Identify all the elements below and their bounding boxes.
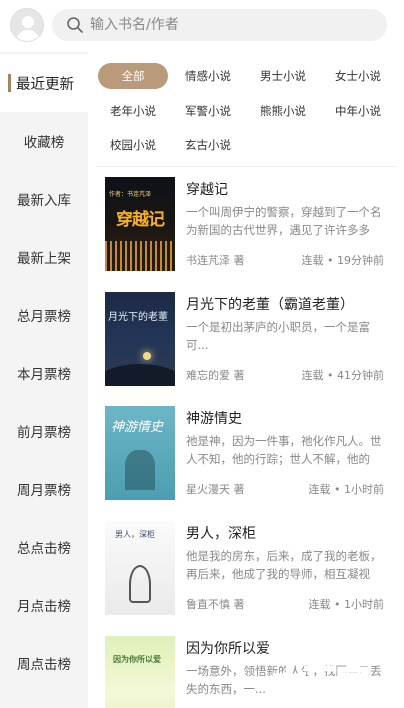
- tag-middle-age[interactable]: 中年小说: [323, 98, 393, 124]
- book-title[interactable]: 因为你所以爱: [186, 638, 270, 658]
- tags-divider: [96, 166, 396, 167]
- sidebar-item-label: 总月票榜: [17, 309, 71, 325]
- sidebar-item-total-monthly-votes[interactable]: 总月票榜: [0, 286, 88, 344]
- tag-label: 中年小说: [335, 104, 381, 118]
- cover-figure: [125, 450, 155, 490]
- book-item[interactable]: 作者：书连芃泽 穿越记 穿越记 一个叫周伊宁的警察，穿越到了一个名为新国的古代世…: [96, 177, 404, 283]
- avatar-head-shape: [22, 16, 34, 28]
- ranking-sidebar: 最近更新 收藏榜 最新入库 最新上架 总月票榜 本月票榜 前月票榜 周月票榜 总…: [0, 52, 88, 708]
- book-title[interactable]: 男人，深柜: [186, 523, 256, 543]
- book-title[interactable]: 月光下的老董（霸道老董）: [186, 294, 354, 314]
- tag-label: 老年小说: [110, 104, 156, 118]
- book-item[interactable]: 神游情史 神游情史 祂是神，因为一件事，祂化作凡人。世人不知，他的行踪；世人不解…: [96, 406, 404, 512]
- book-cover[interactable]: 因为你所以爱: [105, 636, 175, 708]
- top-bar: [0, 0, 404, 52]
- cover-title: 神游情史: [111, 420, 164, 435]
- tag-female[interactable]: 女士小说: [323, 63, 393, 89]
- cover-title: 男人，深柜: [115, 530, 155, 539]
- tag-label: 玄古小说: [185, 138, 231, 152]
- book-update-status: 连载 • 1小时前: [308, 483, 384, 496]
- book-description: 他是我的房东，后来，成了我的老板，再后来，他成了我的导师，相互凝视的...: [186, 549, 382, 581]
- sidebar-item-label: 周月票榜: [17, 483, 71, 499]
- sidebar-item-monthly-clicks[interactable]: 月点击榜: [0, 576, 88, 634]
- book-description: 一个叫周伊宁的警察，穿越到了一个名为新国的古代世界，遇见了许许多多离...: [186, 205, 382, 237]
- tag-label: 情感小说: [185, 69, 231, 83]
- cover-hill: [105, 364, 175, 386]
- sidebar-item-weekly-clicks[interactable]: 周点击榜: [0, 634, 88, 692]
- tag-label: 女士小说: [335, 69, 381, 83]
- book-cover[interactable]: 作者：书连芃泽 穿越记: [105, 177, 175, 271]
- sidebar-item-last-month-votes[interactable]: 前月票榜: [0, 402, 88, 460]
- tag-ancient-fantasy[interactable]: 玄古小说: [173, 132, 243, 158]
- cover-subtitle: 作者：书连芃泽: [109, 191, 152, 198]
- sidebar-item-label: 最新上架: [17, 251, 71, 267]
- book-author: 难忘的爱 著: [186, 369, 245, 382]
- avatar[interactable]: [10, 8, 44, 42]
- tag-military-police[interactable]: 军警小说: [173, 98, 243, 124]
- sidebar-item-recent-update[interactable]: 最近更新: [0, 54, 88, 112]
- tag-romance[interactable]: 情感小说: [173, 63, 243, 89]
- cover-wheelchair: [129, 565, 151, 603]
- sidebar-item-label: 最近更新: [16, 76, 74, 93]
- book-author: 书连芃泽 著: [186, 254, 245, 267]
- book-update-status: 连载 • 41分钟前: [301, 369, 384, 382]
- sidebar-item-label: 收藏榜: [23, 135, 65, 151]
- sidebar-item-label: 周点击榜: [17, 657, 71, 673]
- book-description: 一个是初出茅庐的小职员，一个是富可...: [186, 320, 370, 352]
- sidebar-item-label: 月点击榜: [17, 599, 71, 615]
- search-bar[interactable]: [52, 9, 387, 41]
- sidebar-item-total-clicks[interactable]: 总点击榜: [0, 518, 88, 576]
- tag-all[interactable]: 全部: [98, 63, 168, 89]
- sidebar-item-favorites[interactable]: 收藏榜: [0, 112, 88, 170]
- book-description: 祂是神，因为一件事，祂化作凡人。世人不知，他的行踪；世人不解，他的性...: [186, 434, 382, 466]
- tag-label: 男士小说: [260, 69, 306, 83]
- tag-male[interactable]: 男士小说: [248, 63, 318, 89]
- cover-title: 因为你所以爱: [113, 655, 161, 664]
- book-author: 鲁直不慎 著: [186, 598, 245, 611]
- sidebar-item-weekly-votes[interactable]: 周月票榜: [0, 460, 88, 518]
- sidebar-item-label: 本月票榜: [17, 367, 71, 383]
- book-title[interactable]: 穿越记: [186, 179, 228, 199]
- sidebar-item-label: 总点击榜: [17, 541, 71, 557]
- book-cover[interactable]: 月光下的老董: [105, 292, 175, 386]
- tag-label: 熊熊小说: [260, 104, 306, 118]
- book-cover[interactable]: 神游情史: [105, 406, 175, 500]
- book-item[interactable]: 月光下的老董 月光下的老董（霸道老董） 一个是初出茅庐的小职员，一个是富可...…: [96, 292, 404, 398]
- book-title[interactable]: 神游情史: [186, 408, 242, 428]
- sidebar-item-new-in[interactable]: 最新入库: [0, 170, 88, 228]
- sidebar-item-this-month-votes[interactable]: 本月票榜: [0, 344, 88, 402]
- cover-city-lights: [105, 241, 175, 271]
- search-icon: [67, 17, 83, 33]
- tag-bear[interactable]: 熊熊小说: [248, 98, 318, 124]
- book-update-status: 连载 • 19分钟前: [301, 254, 384, 267]
- book-author: 星火漫天 著: [186, 483, 245, 496]
- cover-lamp: [143, 352, 151, 360]
- tag-label: 全部: [121, 69, 145, 83]
- tag-label: 军警小说: [185, 104, 231, 118]
- tag-campus[interactable]: 校园小说: [98, 132, 168, 158]
- book-cover[interactable]: 男人，深柜: [105, 521, 175, 615]
- sidebar-item-label: 前月票榜: [17, 425, 71, 441]
- cover-title: 穿越记: [116, 210, 165, 230]
- search-input[interactable]: [90, 9, 370, 41]
- category-tags: 全部 情感小说 男士小说 女士小说 老年小说 军警小说 熊熊小说 中年小说 校园…: [96, 58, 396, 166]
- sidebar-item-new-release[interactable]: 最新上架: [0, 228, 88, 286]
- tag-elderly[interactable]: 老年小说: [98, 98, 168, 124]
- book-item[interactable]: 男人，深柜 男人，深柜 他是我的房东，后来，成了我的老板，再后来，他成了我的导师…: [96, 521, 404, 627]
- book-update-status: 连载 • 1小时前: [308, 598, 384, 611]
- cover-title: 月光下的老董: [108, 312, 168, 323]
- sidebar-item-label: 最新入库: [17, 193, 71, 209]
- tag-label: 校园小说: [110, 138, 156, 152]
- avatar-body-shape: [16, 30, 40, 41]
- watermark-logo: 大玩家: [271, 662, 371, 704]
